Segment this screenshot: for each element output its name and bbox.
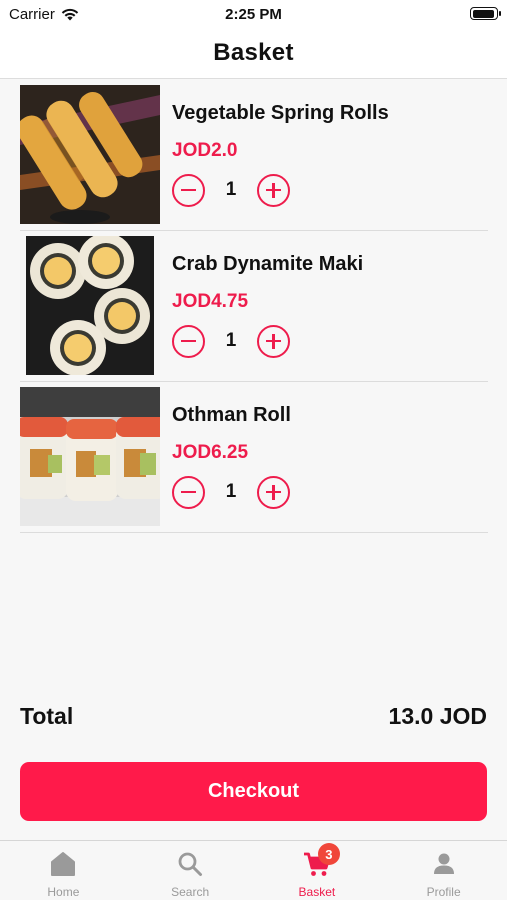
item-price: JOD2.0 [172,140,238,161]
dynamite-maki-photo [26,236,154,375]
increase-quantity-button[interactable] [257,475,290,509]
total-label: Total [20,703,74,729]
basket-item: Crab Dynamite Maki JOD4.75 1 [20,231,488,382]
item-name: Othman Roll [172,404,291,426]
status-time: 2:25 PM [225,6,282,23]
cart-icon-wrap: 3 [302,843,340,879]
battery-icon [470,7,501,20]
tab-label: Profile [426,885,461,899]
tab-label: Basket [298,885,336,899]
item-name: Vegetable Spring Rolls [172,102,389,124]
tab-search[interactable]: Search [127,841,254,900]
decrease-quantity-button[interactable] [172,324,205,358]
status-bar: Carrier 2:25 PM [0,0,507,28]
home-icon [51,852,76,876]
item-price: JOD4.75 [172,291,249,312]
increase-quantity-button[interactable] [257,173,290,207]
quantity-stepper: 1 [172,324,290,358]
quantity-value: 1 [225,330,237,351]
total-row: Total 13.0 JOD [20,703,487,730]
tab-label: Home [47,885,80,899]
tab-label: Search [171,885,210,899]
page-title: Basket [213,39,294,66]
quantity-stepper: 1 [172,173,290,207]
search-icon [178,852,203,876]
tab-basket[interactable]: 3 Basket [254,841,381,900]
total-value: 13.0 JOD [388,703,487,729]
spring-rolls-photo [20,85,160,224]
tab-profile[interactable]: Profile [380,841,507,900]
checkout-button[interactable]: Checkout [20,762,487,821]
profile-icon [433,853,454,874]
tab-bar: Home Search 3 Basket Profile [0,840,507,900]
basket-item: Vegetable Spring Rolls JOD2.0 1 [20,80,488,231]
cart-count-badge: 3 [317,843,340,865]
item-price: JOD6.25 [172,442,249,463]
item-name: Crab Dynamite Maki [172,253,364,275]
basket-item: Othman Roll JOD6.25 1 [20,382,488,533]
decrease-quantity-button[interactable] [172,173,205,207]
quantity-value: 1 [225,179,237,200]
quantity-stepper: 1 [172,475,290,509]
tab-home[interactable]: Home [0,841,127,900]
quantity-value: 1 [225,481,237,502]
navigation-bar: Basket [0,28,507,79]
othman-roll-photo [20,387,160,526]
increase-quantity-button[interactable] [257,324,290,358]
basket-list: Vegetable Spring Rolls JOD2.0 1 Crab Dyn… [20,80,488,533]
decrease-quantity-button[interactable] [172,475,205,509]
